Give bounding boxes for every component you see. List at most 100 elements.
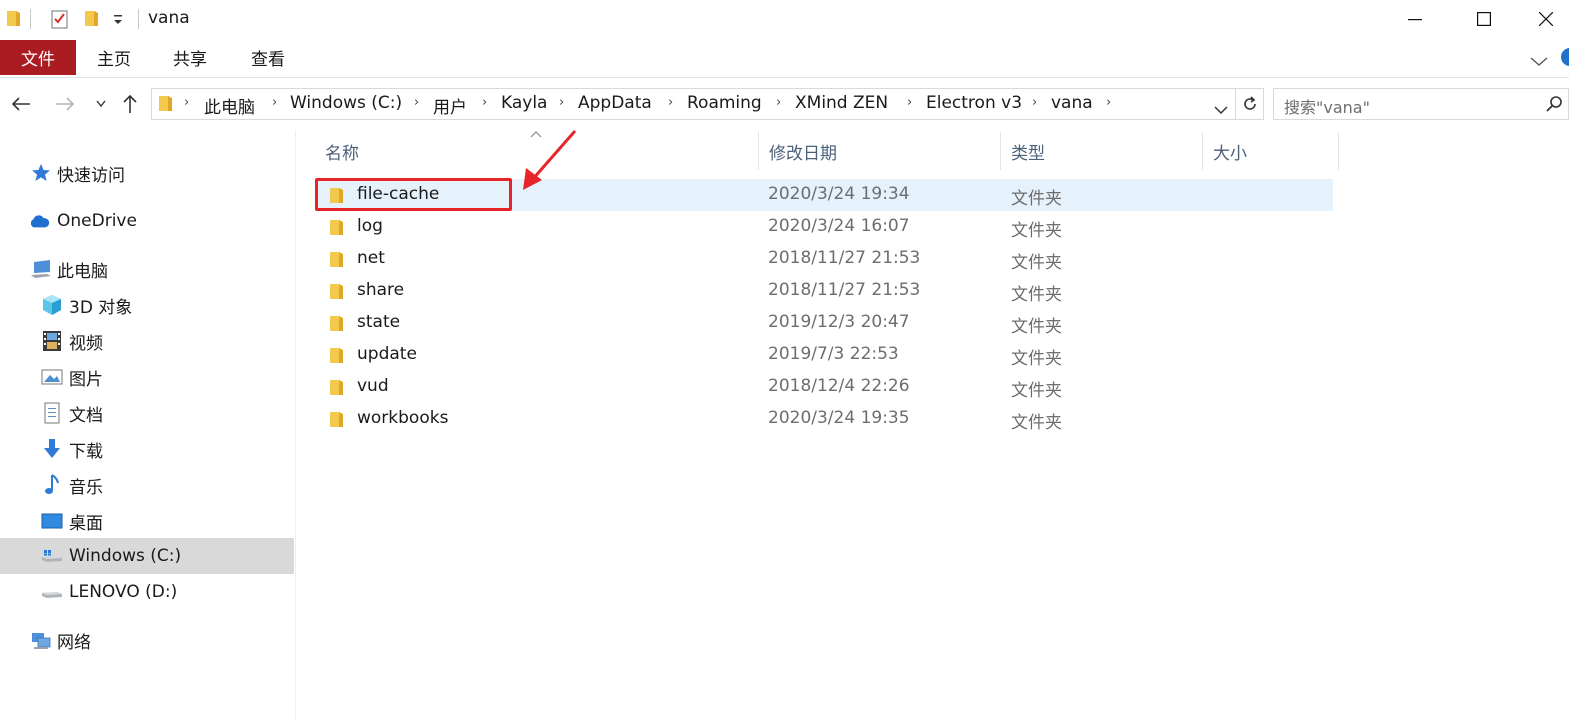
breadcrumb-electron-v3[interactable]: Electron v3 xyxy=(926,93,1022,113)
chevron-right-icon[interactable]: › xyxy=(414,95,419,110)
desktop-icon xyxy=(41,510,63,532)
file-name: update xyxy=(357,344,417,364)
sidebar-item-quick-access[interactable]: 快速访问 xyxy=(0,155,294,191)
sidebar-item-label: 网络 xyxy=(57,632,91,653)
minimize-button[interactable] xyxy=(1392,0,1438,38)
folder-icon xyxy=(329,314,345,337)
document-icon xyxy=(41,402,63,424)
chevron-right-icon[interactable]: › xyxy=(668,95,673,110)
maximize-button[interactable] xyxy=(1461,0,1507,38)
ribbon-tabs: 文件 主页 共享 查看 xyxy=(0,40,1569,78)
file-name: workbooks xyxy=(357,408,449,428)
file-date: 2018/11/27 21:53 xyxy=(768,280,921,300)
file-name: state xyxy=(357,312,401,332)
folder-icon xyxy=(329,346,345,369)
folder-icon xyxy=(6,8,22,32)
star-icon xyxy=(30,162,52,184)
file-type: 文件夹 xyxy=(1011,285,1062,305)
search-icon[interactable] xyxy=(1546,95,1564,117)
back-button[interactable] xyxy=(8,91,34,117)
breadcrumb-c-drive[interactable]: Windows (C:) xyxy=(290,93,402,113)
chevron-right-icon[interactable]: › xyxy=(272,95,277,110)
column-header-name[interactable]: 名称 xyxy=(315,132,759,170)
sidebar-item-pictures[interactable]: 图片 xyxy=(0,359,294,395)
chevron-right-icon[interactable]: › xyxy=(184,95,189,110)
sidebar-item-label: 下载 xyxy=(69,441,103,462)
column-header-type[interactable]: 类型 xyxy=(1001,132,1203,170)
file-row-log[interactable]: log 2020/3/24 16:07 文件夹 xyxy=(315,211,1333,243)
chevron-right-icon[interactable]: › xyxy=(559,95,564,110)
refresh-button[interactable] xyxy=(1236,88,1264,120)
breadcrumb-vana[interactable]: vana xyxy=(1051,93,1093,113)
address-bar[interactable]: › 此电脑 › Windows (C:) › 用户 › Kayla › AppD… xyxy=(151,88,1236,120)
file-date: 2018/12/4 22:26 xyxy=(768,376,910,396)
tab-share[interactable]: 共享 xyxy=(162,40,218,75)
sidebar-item-onedrive[interactable]: OneDrive xyxy=(0,203,294,239)
sidebar-item-documents[interactable]: 文档 xyxy=(0,395,294,431)
cube-icon xyxy=(41,294,63,316)
file-row-workbooks[interactable]: workbooks 2020/3/24 19:35 文件夹 xyxy=(315,403,1333,435)
up-button[interactable] xyxy=(117,91,143,117)
picture-icon xyxy=(41,366,63,388)
sidebar-item-this-pc[interactable]: 此电脑 xyxy=(0,251,294,287)
file-row-net[interactable]: net 2018/11/27 21:53 文件夹 xyxy=(315,243,1333,275)
sidebar-item-windows-c[interactable]: Windows (C:) xyxy=(0,538,294,574)
help-icon[interactable] xyxy=(1561,48,1569,66)
file-row-vud[interactable]: vud 2018/12/4 22:26 文件夹 xyxy=(315,371,1333,403)
chevron-right-icon[interactable]: › xyxy=(1106,95,1111,110)
forward-button[interactable] xyxy=(52,91,78,117)
file-row-share[interactable]: share 2018/11/27 21:53 文件夹 xyxy=(315,275,1333,307)
breadcrumb-xmind-zen[interactable]: XMind ZEN xyxy=(795,93,888,113)
sidebar-item-network[interactable]: 网络 xyxy=(0,622,294,658)
chevron-right-icon[interactable]: › xyxy=(907,95,912,110)
column-header-date[interactable]: 修改日期 xyxy=(759,132,1001,170)
recent-locations-icon[interactable] xyxy=(88,91,114,117)
file-name: share xyxy=(357,280,405,300)
sidebar-item-label: 图片 xyxy=(69,369,103,390)
sidebar-item-3d-objects[interactable]: 3D 对象 xyxy=(0,287,294,323)
search-input[interactable]: 搜索"vana" xyxy=(1284,94,1370,118)
chevron-right-icon[interactable]: › xyxy=(776,95,781,110)
breadcrumb-roaming[interactable]: Roaming xyxy=(687,93,762,113)
sidebar-item-label: Windows (C:) xyxy=(69,546,182,566)
column-header-size[interactable]: 大小 xyxy=(1203,132,1339,170)
sidebar-item-label: LENOVO (D:) xyxy=(69,582,178,602)
drive-icon xyxy=(41,581,63,603)
file-name: net xyxy=(357,248,385,268)
sidebar-item-videos[interactable]: 视频 xyxy=(0,323,294,359)
chevron-right-icon[interactable]: › xyxy=(1032,95,1037,110)
file-row-update[interactable]: update 2019/7/3 22:53 文件夹 xyxy=(315,339,1333,371)
folder-icon xyxy=(329,378,345,401)
address-dropdown-icon[interactable] xyxy=(1214,100,1228,119)
chevron-right-icon[interactable]: › xyxy=(482,95,487,110)
file-type: 文件夹 xyxy=(1011,253,1062,273)
customize-toolbar-icon[interactable] xyxy=(112,12,124,31)
file-date: 2019/12/3 20:47 xyxy=(768,312,910,332)
sidebar-item-lenovo-d[interactable]: LENOVO (D:) xyxy=(0,574,294,610)
sidebar-item-music[interactable]: 音乐 xyxy=(0,467,294,503)
annotation-highlight-box xyxy=(315,178,512,211)
breadcrumb-users[interactable]: 用户 xyxy=(433,93,467,118)
new-folder-icon[interactable] xyxy=(84,8,100,32)
folder-icon xyxy=(158,93,174,117)
breadcrumb-this-pc[interactable]: 此电脑 xyxy=(204,93,255,118)
breadcrumb-appdata[interactable]: AppData xyxy=(578,93,652,113)
breadcrumb-kayla[interactable]: Kayla xyxy=(501,93,547,113)
tab-view[interactable]: 查看 xyxy=(240,40,296,75)
close-button[interactable] xyxy=(1523,0,1569,38)
properties-icon[interactable] xyxy=(50,8,70,34)
file-date: 2018/11/27 21:53 xyxy=(768,248,921,268)
file-row-state[interactable]: state 2019/12/3 20:47 文件夹 xyxy=(315,307,1333,339)
file-type: 文件夹 xyxy=(1011,221,1062,241)
tab-home[interactable]: 主页 xyxy=(86,40,142,75)
sidebar-item-desktop[interactable]: 桌面 xyxy=(0,503,294,539)
search-box[interactable]: 搜索"vana" xyxy=(1273,88,1569,120)
expand-ribbon-icon[interactable] xyxy=(1530,52,1548,71)
sidebar-item-label: 音乐 xyxy=(69,477,103,498)
sidebar-item-downloads[interactable]: 下载 xyxy=(0,431,294,467)
file-type: 文件夹 xyxy=(1011,413,1062,433)
folder-icon xyxy=(329,250,345,273)
sidebar-item-label: 此电脑 xyxy=(57,261,108,282)
window-title: vana xyxy=(148,8,190,28)
tab-file[interactable]: 文件 xyxy=(0,40,76,75)
